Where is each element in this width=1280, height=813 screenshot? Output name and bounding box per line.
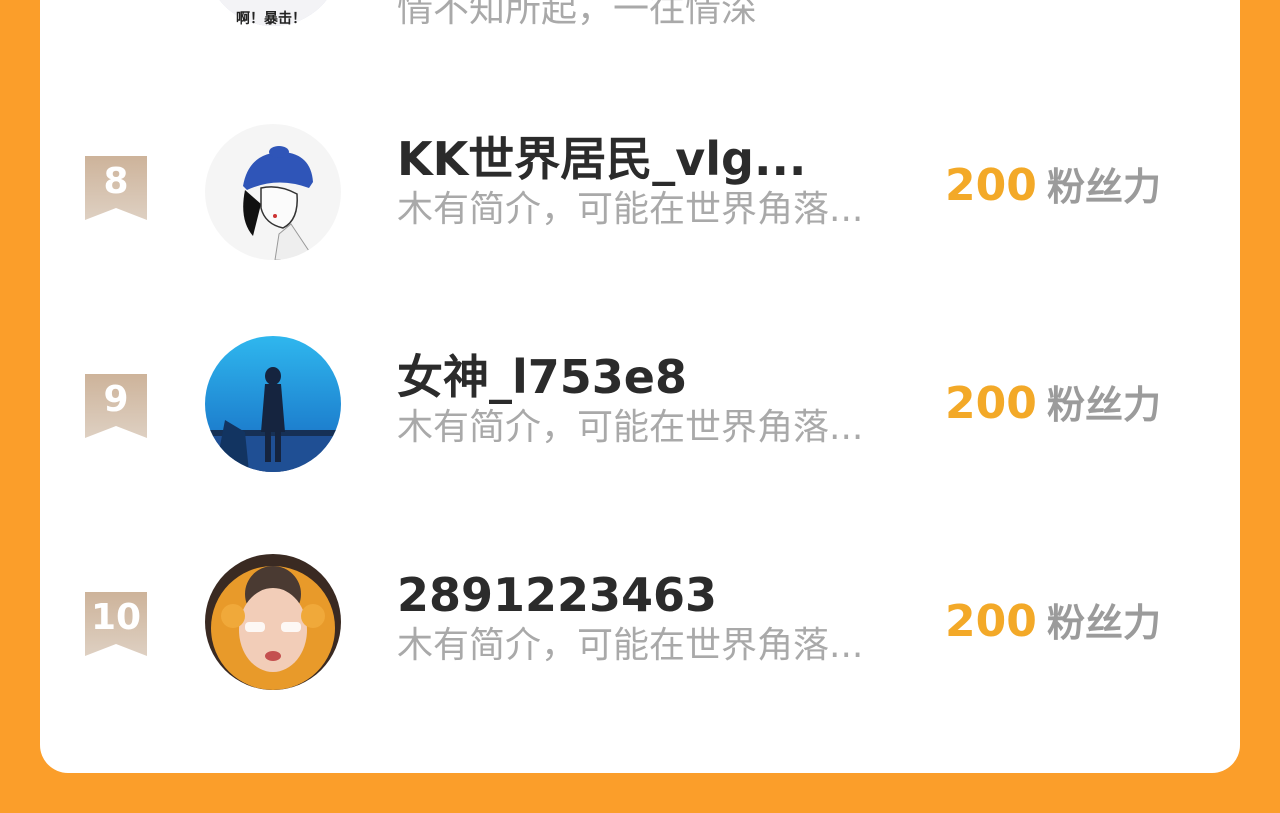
user-intro: 木有简介，可能在世界角落... [397,625,864,666]
fan-power-score: 200 [945,596,1037,647]
user-name: KK世界居民_vlg... [397,132,807,186]
leaderboard-row[interactable]: 10 2891223463 木有简介，可能在世界角落... 200 粉丝力 [40,554,1240,696]
user-intro: 木有简介，可能在世界角落... [397,189,864,230]
rank-number: 8 [103,161,129,202]
user-avatar[interactable] [205,124,341,260]
user-intro: 情不知所起，一往情深 [397,0,758,30]
fan-power-unit: 粉丝力 [1047,383,1162,427]
avatar-caption: 啊！暴击！ [236,11,306,27]
user-avatar[interactable] [205,336,341,472]
leaderboard-row[interactable]: 8 KK世界居民_vlg... 木有简介，可能在世界角落... 200 粉丝力 [40,120,1240,260]
fan-power-unit: 粉丝力 [1047,601,1162,645]
user-avatar[interactable] [205,554,341,690]
rank-number: 10 [90,597,142,638]
leaderboard-row-partial[interactable]: 情不知所起，一往情深 [40,0,1240,40]
rank-badge: 8 [85,156,147,220]
rank-badge: 10 [85,592,147,656]
user-intro: 木有简介，可能在世界角落... [397,407,864,448]
rank-badge: 9 [85,374,147,438]
leaderboard-row[interactable]: 9 女神_l753e8 木有简介，可能在世界角落... 200 粉丝力 [40,336,1240,478]
rank-number: 9 [103,379,129,420]
user-name: 女神_l753e8 [397,350,687,404]
user-name: 2891223463 [397,568,718,622]
fan-power-score: 200 [945,160,1037,211]
fan-power-unit: 粉丝力 [1047,165,1162,209]
fan-power-score: 200 [945,378,1037,429]
